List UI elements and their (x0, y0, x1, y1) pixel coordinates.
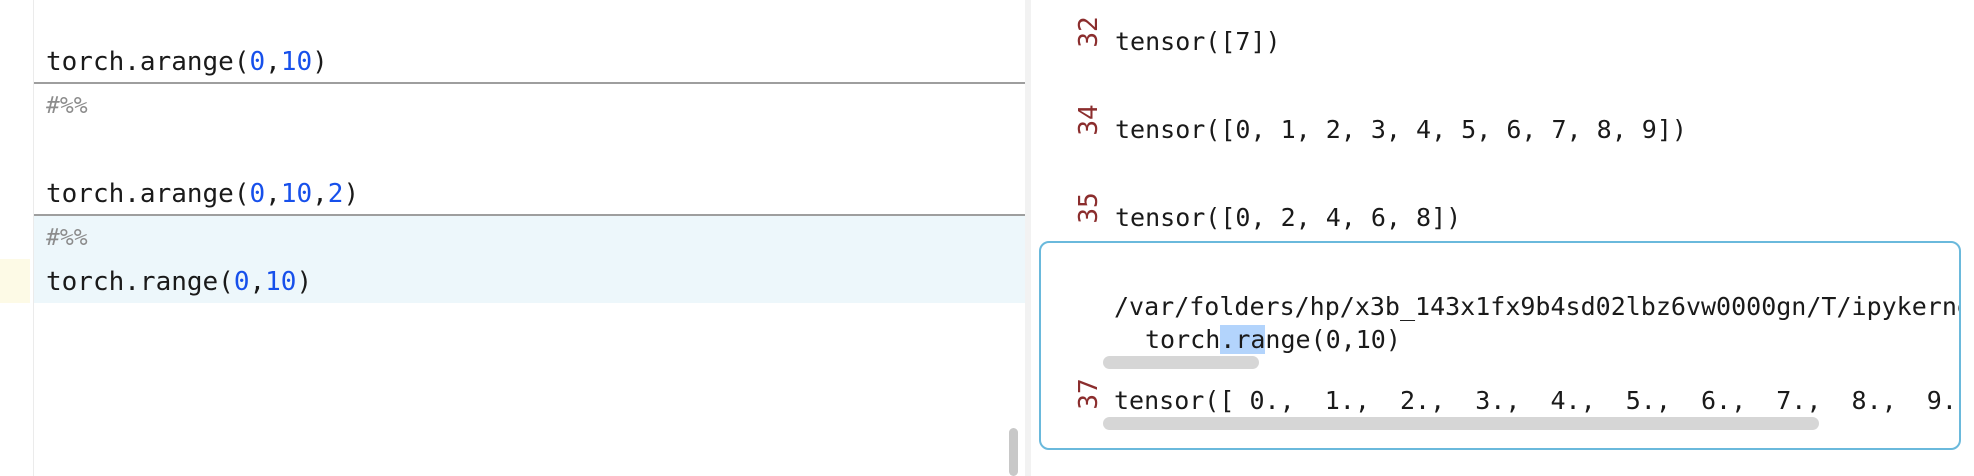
warning-horizontal-scrollbar[interactable] (1103, 356, 1259, 369)
editor-scrollbar-thumb[interactable] (1009, 428, 1018, 476)
output-text: tensor([ 0., 1., 2., 3., 4., 5., 6., 7.,… (1114, 386, 1959, 415)
code-editor[interactable]: torch.arange(0,10) #%% torch.arange(0,10… (0, 0, 1025, 476)
cell-separator (34, 82, 1025, 84)
execution-count: 32 (1074, 16, 1104, 48)
output-text: tensor([7]) (1115, 27, 1281, 56)
active-output-cell[interactable]: /var/folders/hp/x3b_143x1fx9b4sd02lbz6vw… (1039, 241, 1961, 450)
current-line-marker (0, 259, 30, 303)
cell-marker-comment: #%% (46, 225, 88, 251)
warning-path: /var/folders/hp/x3b_143x1fx9b4sd02lbz6vw… (1114, 292, 1961, 321)
code-line[interactable]: torch.range(0,10) (46, 262, 312, 302)
output-horizontal-scrollbar[interactable] (1103, 417, 1819, 430)
output-pane[interactable]: 32 tensor([7]) 34 tensor([0, 1, 2, 3, 4,… (1031, 0, 1974, 476)
cell-separator (34, 214, 1025, 216)
code-line[interactable]: torch.arange(0,10) (46, 42, 328, 82)
warning-source-line[interactable]: torch.range(0,10) (1145, 323, 1401, 357)
output-text: tensor([0, 2, 4, 6, 8]) (1115, 203, 1462, 232)
cell-marker-comment: #%% (46, 93, 88, 119)
text-selection: .ra (1220, 325, 1266, 354)
code-line[interactable]: torch.arange(0,10,2) (46, 174, 359, 214)
output-text: tensor([0, 1, 2, 3, 4, 5, 6, 7, 8, 9]) (1115, 115, 1687, 144)
execution-count: 34 (1074, 104, 1104, 136)
execution-count: 37 (1074, 378, 1104, 410)
execution-count: 35 (1074, 192, 1104, 224)
editor-gutter (0, 0, 34, 476)
